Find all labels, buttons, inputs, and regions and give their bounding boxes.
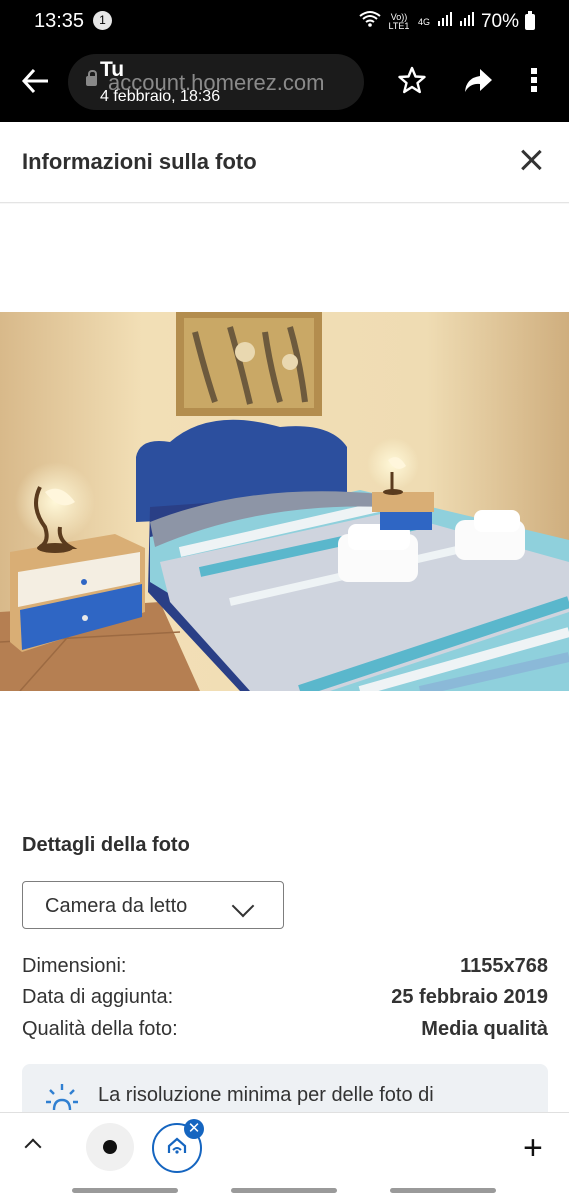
photo-details-heading: Dettagli della foto [22, 834, 190, 856]
detail-label: Qualità della foto: [22, 1018, 178, 1040]
tab-date-overlay: 4 febbraio, 18:36 [100, 88, 221, 105]
lightbulb-icon [44, 1084, 80, 1114]
status-time: 13:35 [34, 10, 85, 32]
nav-indicator-center [231, 1188, 337, 1193]
notification-count-badge: 1 [93, 11, 112, 30]
close-icon[interactable] [517, 146, 545, 174]
nav-indicator-right [390, 1188, 496, 1193]
globe-icon [103, 1140, 117, 1154]
panel-header: Informazioni sulla foto [0, 122, 569, 203]
lock-icon [86, 70, 97, 86]
status-bar: 13:35 1 Vo)) LTE1 4G 70% [0, 0, 569, 44]
signal-icon-1 [437, 11, 453, 33]
new-tab-button[interactable]: + [523, 1131, 543, 1165]
volte-label: Vo)) LTE1 [388, 12, 410, 31]
nav-indicator-left [72, 1188, 178, 1193]
room-type-value: Camera da letto [45, 895, 188, 917]
notice-text: La risoluzione minima per delle foto di [98, 1084, 434, 1106]
chevron-up-icon[interactable] [24, 1138, 42, 1156]
close-tab-badge[interactable]: ✕ [184, 1119, 204, 1139]
room-type-select[interactable]: Camera da letto [22, 881, 284, 929]
status-icons: Vo)) LTE1 4G 70% [359, 10, 535, 34]
share-icon[interactable] [462, 66, 494, 101]
address-bar[interactable]: account.homerez.com Tu 4 febbraio, 18:36 [68, 54, 364, 110]
battery-icon [525, 11, 535, 30]
chevron-down-icon [231, 894, 255, 918]
back-arrow-icon[interactable] [20, 66, 52, 103]
network-label: 4G [417, 16, 430, 27]
wifi-icon [359, 10, 381, 34]
more-menu-icon[interactable] [530, 66, 540, 101]
room-photo [0, 312, 569, 691]
detail-label: Data di aggiunta: [22, 986, 174, 1008]
globe-button[interactable] [86, 1123, 134, 1171]
detail-label: Dimensioni: [22, 955, 127, 977]
battery-percent: 70% [480, 11, 519, 32]
browser-toolbar: account.homerez.com Tu 4 febbraio, 18:36 [0, 44, 569, 122]
detail-value: 25 febbraio 2019 [391, 986, 548, 1008]
bottom-bar: ✕ + [0, 1112, 569, 1201]
signal-icon-2 [459, 11, 475, 33]
page-title: Informazioni sulla foto [22, 149, 257, 174]
star-bookmark-icon[interactable] [398, 66, 426, 101]
tab-title-overlay: Tu [100, 58, 125, 81]
detail-value: 1155x768 [460, 955, 548, 977]
detail-value: Media qualità [421, 1018, 548, 1040]
